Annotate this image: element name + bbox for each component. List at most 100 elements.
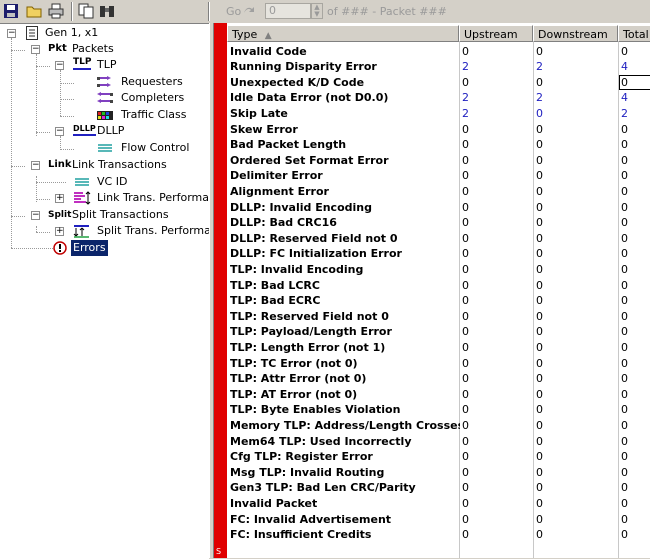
open-folder-icon[interactable] — [26, 3, 42, 19]
table-row[interactable]: TLP: Bad ECRC 0 0 0 — [227, 293, 650, 309]
table-row[interactable]: Bad Packet Length 0 0 0 — [227, 137, 650, 153]
cell-upstream: 0 — [462, 294, 469, 308]
save-icon[interactable] — [3, 3, 19, 19]
collapse-link-transactions[interactable]: − — [31, 161, 40, 170]
column-header-downstream[interactable]: Downstream — [533, 25, 618, 42]
collapse-dllp[interactable]: − — [55, 127, 64, 136]
table-row[interactable]: Ordered Set Format Error 0 0 0 — [227, 153, 650, 169]
table-row[interactable]: Unexpected K/D Code 0 0 0 — [227, 74, 650, 91]
table-row[interactable]: Skip Late 2 0 2 — [227, 106, 650, 122]
table-row[interactable]: Alignment Error 0 0 0 — [227, 184, 650, 200]
packet-number-input[interactable]: 0 — [265, 3, 311, 19]
cell-upstream: 0 — [462, 340, 469, 354]
table-row[interactable]: Invalid Code 0 0 0 — [227, 44, 650, 60]
cell-total: 0 — [621, 231, 628, 245]
cell-downstream: 0 — [536, 450, 543, 464]
cell-total: 0 — [621, 465, 628, 479]
column-header-total[interactable]: Total — [618, 25, 650, 42]
cell-total: 0 — [621, 216, 628, 230]
errors-grid[interactable]: S Type ▲ Upstream Downstream Total Inval… — [214, 23, 650, 558]
cell-upstream: 2 — [462, 91, 469, 105]
table-row[interactable]: Delimiter Error 0 0 0 — [227, 168, 650, 184]
cell-upstream: 0 — [462, 450, 469, 464]
table-row[interactable]: Cfg TLP: Register Error 0 0 0 — [227, 449, 650, 465]
print-icon[interactable] — [48, 3, 64, 19]
collapse-tlp[interactable]: − — [55, 61, 64, 70]
table-row[interactable]: DLLP: Reserved Field not 0 0 0 0 — [227, 231, 650, 247]
cell-downstream: 0 — [536, 200, 543, 214]
table-row[interactable]: Mem64 TLP: Used Incorrectly 0 0 0 — [227, 434, 650, 450]
cell-type: TLP: Length Error (not 1) — [230, 340, 386, 354]
binoculars-icon[interactable] — [99, 3, 115, 19]
table-row[interactable]: DLLP: Invalid Encoding 0 0 0 — [227, 200, 650, 216]
table-row[interactable]: TLP: TC Error (not 0) 0 0 0 — [227, 356, 650, 372]
table-row[interactable]: FC: Insufficient Credits 0 0 0 — [227, 527, 650, 543]
cell-total: 0 — [621, 247, 628, 261]
cell-type: TLP: TC Error (not 0) — [230, 356, 358, 370]
table-row[interactable]: TLP: AT Error (not 0) 0 0 0 — [227, 387, 650, 403]
cell-total: 0 — [621, 262, 628, 276]
table-row[interactable]: TLP: Byte Enables Violation 0 0 0 — [227, 402, 650, 418]
expand-link-perf[interactable]: + — [55, 194, 64, 203]
document-icon — [26, 26, 38, 45]
cell-type: Skew Error — [230, 122, 298, 136]
column-header-type[interactable]: Type ▲ — [227, 25, 459, 42]
cell-type: Invalid Code — [230, 44, 307, 58]
collapse-split-transactions[interactable]: − — [31, 211, 40, 220]
table-row[interactable]: DLLP: Bad CRC16 0 0 0 — [227, 215, 650, 231]
toolbar: Go 0 ▲ ▼ of ### - Packet ### — [0, 0, 650, 23]
table-row[interactable]: TLP: Length Error (not 1) 0 0 0 — [227, 340, 650, 356]
table-row[interactable]: Running Disparity Error 2 2 4 — [227, 59, 650, 75]
table-row[interactable]: Skew Error 0 0 0 — [227, 122, 650, 138]
table-row[interactable]: Invalid Packet 0 0 0 — [227, 496, 650, 512]
cell-upstream: 0 — [462, 418, 469, 432]
cell-total: 0 — [621, 340, 628, 354]
go-arrow-icon[interactable] — [242, 3, 256, 20]
expand-split-perf[interactable]: + — [55, 227, 64, 236]
cell-type: DLLP: FC Initialization Error — [230, 247, 402, 261]
errors-label: Errors — [71, 240, 108, 256]
cell-type: TLP: Bad LCRC — [230, 278, 320, 292]
cell-type: Invalid Packet — [230, 496, 318, 510]
table-row[interactable]: Memory TLP: Address/Length Crosses 4K 0 0 0 — [227, 418, 650, 434]
table-row[interactable]: Gen3 TLP: Bad Len CRC/Parity 0 0 0 — [227, 480, 650, 496]
cell-type: TLP: Byte Enables Violation — [230, 403, 401, 417]
copy-icon[interactable] — [78, 3, 94, 19]
cell-type: DLLP: Bad CRC16 — [230, 216, 337, 230]
cell-total: 0 — [621, 278, 628, 292]
table-row[interactable]: TLP: Payload/Length Error 0 0 0 — [227, 324, 650, 340]
collapse-root[interactable]: − — [7, 29, 16, 38]
navigation-tree[interactable]: − Gen 1, x1 − Pkt Packets − TLP TLP Requ… — [0, 23, 209, 559]
cell-total: 0 — [619, 74, 650, 91]
cell-type: Cfg TLP: Register Error — [230, 450, 373, 464]
packet-spinner[interactable]: ▲ ▼ — [311, 3, 323, 19]
collapse-packets[interactable]: − — [31, 45, 40, 54]
cell-total: 0 — [621, 309, 628, 323]
table-row[interactable]: TLP: Attr Error (not 0) 0 0 0 — [227, 371, 650, 387]
table-row[interactable]: Idle Data Error (not D0.0) 2 2 4 — [227, 90, 650, 106]
cell-upstream: 0 — [462, 403, 469, 417]
table-row[interactable]: Msg TLP: Invalid Routing 0 0 0 — [227, 465, 650, 481]
cell-type: TLP: Invalid Encoding — [230, 262, 364, 276]
table-row[interactable]: TLP: Bad LCRC 0 0 0 — [227, 278, 650, 294]
cell-total: 0 — [621, 450, 628, 464]
cell-downstream: 0 — [536, 465, 543, 479]
cell-downstream: 2 — [536, 60, 543, 74]
cell-total: 4 — [621, 60, 628, 74]
cell-total: 0 — [621, 496, 628, 510]
column-header-upstream[interactable]: Upstream — [459, 25, 533, 42]
cell-total: 0 — [621, 481, 628, 495]
cell-upstream: 0 — [462, 138, 469, 152]
error-icon — [53, 241, 67, 260]
cell-downstream: 0 — [536, 496, 543, 510]
table-row[interactable]: TLP: Invalid Encoding 0 0 0 — [227, 262, 650, 278]
cell-downstream: 0 — [536, 153, 543, 167]
table-row[interactable]: DLLP: FC Initialization Error 0 0 0 — [227, 246, 650, 262]
table-row[interactable]: FC: Invalid Advertisement 0 0 0 — [227, 512, 650, 528]
cell-total: 0 — [621, 44, 628, 58]
cell-upstream: 0 — [462, 153, 469, 167]
table-row[interactable]: TLP: Reserved Field not 0 0 0 0 — [227, 309, 650, 325]
cell-downstream: 0 — [536, 309, 543, 323]
cell-downstream: 0 — [536, 403, 543, 417]
cell-upstream: 0 — [462, 465, 469, 479]
